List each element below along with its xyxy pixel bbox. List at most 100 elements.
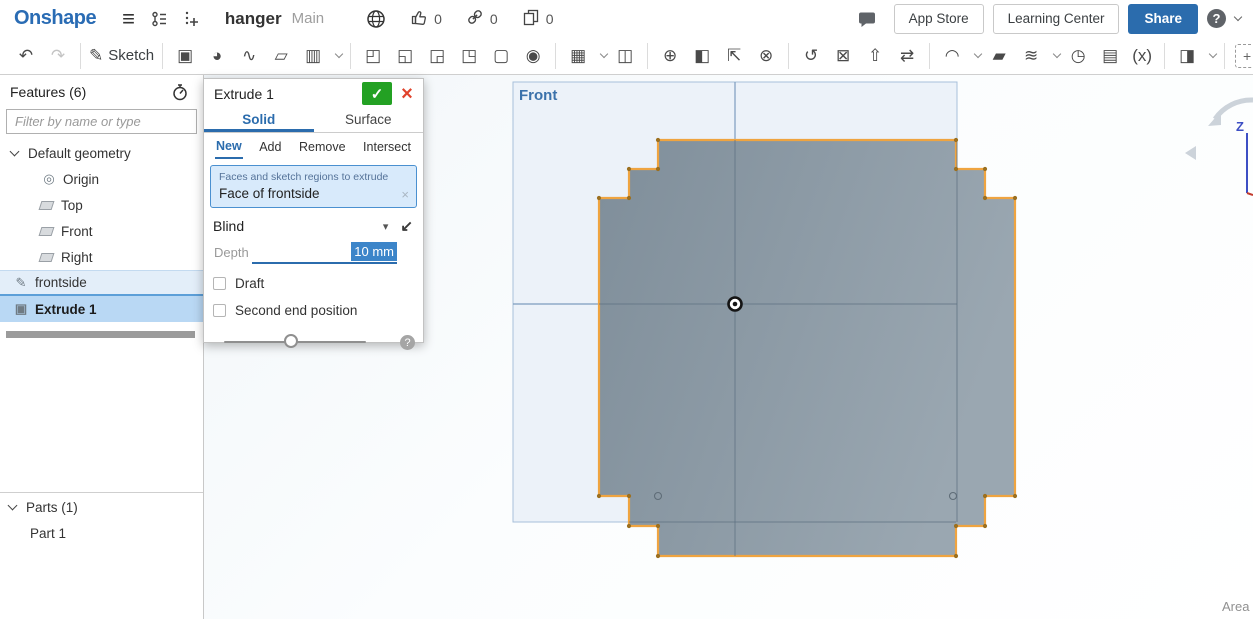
share-button[interactable]: Share bbox=[1128, 3, 1198, 34]
thicken-button[interactable]: ▥ bbox=[299, 41, 327, 71]
tab-solid[interactable]: Solid bbox=[204, 107, 314, 132]
part-vertex[interactable] bbox=[655, 523, 661, 529]
parts-list-item-part-1[interactable]: Part 1 bbox=[0, 520, 203, 546]
part-vertex[interactable] bbox=[655, 553, 661, 559]
cancel-button[interactable]: × bbox=[397, 84, 417, 104]
end-type-dropdown[interactable]: Blind ▾ ↙ bbox=[204, 212, 423, 238]
linear-pattern-chevron-down-icon[interactable] bbox=[599, 49, 609, 58]
loft-button[interactable]: ▱ bbox=[267, 41, 295, 71]
clear-selection-icon[interactable]: × bbox=[401, 187, 409, 202]
part-vertex[interactable] bbox=[626, 166, 632, 172]
rollback-history-icon[interactable] bbox=[171, 83, 189, 101]
draft-button[interactable]: ◲ bbox=[423, 41, 451, 71]
feature-tree-item-default-geometry[interactable]: Default geometry bbox=[0, 140, 203, 166]
insert-new-element-icon[interactable] bbox=[183, 10, 201, 28]
feature-filter-input[interactable] bbox=[6, 109, 197, 134]
split-button[interactable]: ◧ bbox=[688, 41, 716, 71]
feature-tree-item-origin[interactable]: ◎ Origin bbox=[0, 166, 203, 192]
insert-tab-button[interactable]: + bbox=[1235, 43, 1253, 68]
part-vertex[interactable] bbox=[953, 523, 959, 529]
dialog-help-icon[interactable]: ? bbox=[400, 335, 415, 350]
confirm-button[interactable]: ✓ bbox=[362, 82, 392, 105]
part-vertex[interactable] bbox=[953, 553, 959, 559]
feature-tree-item-front[interactable]: Front bbox=[0, 218, 203, 244]
help-icon[interactable]: ? bbox=[1207, 9, 1226, 28]
sweep-button[interactable]: ∿ bbox=[235, 41, 263, 71]
part-vertex[interactable] bbox=[1012, 493, 1018, 499]
part-vertex[interactable] bbox=[982, 493, 988, 499]
rotate-left-arrow-icon[interactable] bbox=[1185, 146, 1196, 160]
chamfer-button[interactable]: ◱ bbox=[391, 41, 419, 71]
modify-fillet-button[interactable]: ↺ bbox=[797, 41, 825, 71]
shell-button[interactable]: ▢ bbox=[487, 41, 515, 71]
parts-header[interactable]: Parts (1) bbox=[0, 494, 203, 520]
onshape-logo[interactable]: Onshape bbox=[14, 7, 97, 30]
variable-button[interactable]: (x) bbox=[1128, 41, 1156, 71]
thicken-chevron-down-icon[interactable] bbox=[334, 49, 344, 58]
part-vertex[interactable] bbox=[982, 166, 988, 172]
redo-button[interactable]: ↷ bbox=[44, 41, 72, 71]
part-vertex[interactable] bbox=[655, 137, 661, 143]
hole-button[interactable]: ◉ bbox=[519, 41, 547, 71]
like-counter[interactable]: 0 bbox=[410, 8, 442, 29]
transform-button[interactable]: ⇱ bbox=[720, 41, 748, 71]
versions-icon[interactable] bbox=[151, 10, 169, 28]
part-vertex[interactable] bbox=[1012, 195, 1018, 201]
fillet-button[interactable]: ◰ bbox=[359, 41, 387, 71]
draft-checkbox[interactable] bbox=[213, 277, 226, 290]
hamburger-menu-icon[interactable]: ≡ bbox=[122, 7, 135, 30]
mode-intersect[interactable]: Intersect bbox=[362, 136, 412, 158]
part-vertex[interactable] bbox=[596, 195, 602, 201]
part-vertex[interactable] bbox=[626, 195, 632, 201]
delete-face-button[interactable]: ⊠ bbox=[829, 41, 857, 71]
curve-button[interactable]: ≋ bbox=[1017, 41, 1045, 71]
part-vertex[interactable] bbox=[982, 195, 988, 201]
document-title[interactable]: hanger bbox=[225, 9, 282, 29]
faces-selection-field[interactable]: Faces and sketch regions to extrude Face… bbox=[210, 165, 417, 208]
help-chevron-down-icon[interactable] bbox=[1233, 12, 1243, 22]
learning-center-button[interactable]: Learning Center bbox=[992, 3, 1120, 34]
tab-surface[interactable]: Surface bbox=[314, 107, 424, 132]
replace-face-button[interactable]: ⇄ bbox=[893, 41, 921, 71]
rollback-bar[interactable] bbox=[6, 331, 195, 338]
mode-add[interactable]: Add bbox=[258, 136, 282, 158]
surface-extrude-chevron-down-icon[interactable] bbox=[973, 49, 983, 58]
curve-chevron-down-icon[interactable] bbox=[1052, 49, 1062, 58]
link-counter[interactable]: 0 bbox=[466, 8, 498, 29]
surface-extrude-button[interactable]: ◠ bbox=[938, 41, 966, 71]
revolve-button[interactable]: ◕ bbox=[203, 41, 231, 71]
mode-remove[interactable]: Remove bbox=[298, 136, 347, 158]
part-vertex[interactable] bbox=[982, 523, 988, 529]
panel-splitter[interactable] bbox=[0, 492, 203, 493]
part-vertex[interactable] bbox=[626, 493, 632, 499]
feature-tree-item-top[interactable]: Top bbox=[0, 192, 203, 218]
workspace-name[interactable]: Main bbox=[292, 10, 325, 27]
part-vertex[interactable] bbox=[596, 493, 602, 499]
feature-tree-item-extrude-1[interactable]: ▣ Extrude 1 bbox=[0, 296, 203, 322]
rotate-view-arrowhead-icon[interactable] bbox=[1208, 111, 1221, 126]
app-store-button[interactable]: App Store bbox=[893, 3, 984, 34]
feature-tree-item-right[interactable]: Right bbox=[0, 244, 203, 270]
move-face-button[interactable]: ⇧ bbox=[861, 41, 889, 71]
boolean-button[interactable]: ⊕ bbox=[656, 41, 684, 71]
mode-new[interactable]: New bbox=[215, 135, 243, 159]
named-views-chevron-down-icon[interactable] bbox=[1208, 49, 1218, 58]
part-vertex[interactable] bbox=[626, 523, 632, 529]
sheet-metal-button[interactable]: ▤ bbox=[1096, 41, 1124, 71]
part-vertex[interactable] bbox=[953, 137, 959, 143]
flip-direction-icon[interactable]: ↙ bbox=[400, 217, 413, 235]
part-vertex[interactable] bbox=[953, 166, 959, 172]
plane-button[interactable]: ▰ bbox=[985, 41, 1013, 71]
linear-pattern-button[interactable]: ▦ bbox=[564, 41, 592, 71]
feature-tree-item-frontside[interactable]: ✎ frontside bbox=[0, 270, 203, 296]
part-face[interactable] bbox=[597, 138, 1017, 558]
undo-button[interactable]: ↶ bbox=[12, 41, 40, 71]
depth-input[interactable]: 10 mm bbox=[252, 240, 397, 264]
globe-icon[interactable] bbox=[366, 9, 386, 29]
named-views-button[interactable]: ◨ bbox=[1173, 41, 1201, 71]
fill-button[interactable]: ◷ bbox=[1064, 41, 1092, 71]
slider-handle[interactable] bbox=[284, 334, 298, 348]
second-end-position-checkbox[interactable] bbox=[213, 304, 226, 317]
chat-icon[interactable] bbox=[857, 10, 877, 28]
sketch-button[interactable]: ✎ Sketch bbox=[89, 41, 154, 71]
